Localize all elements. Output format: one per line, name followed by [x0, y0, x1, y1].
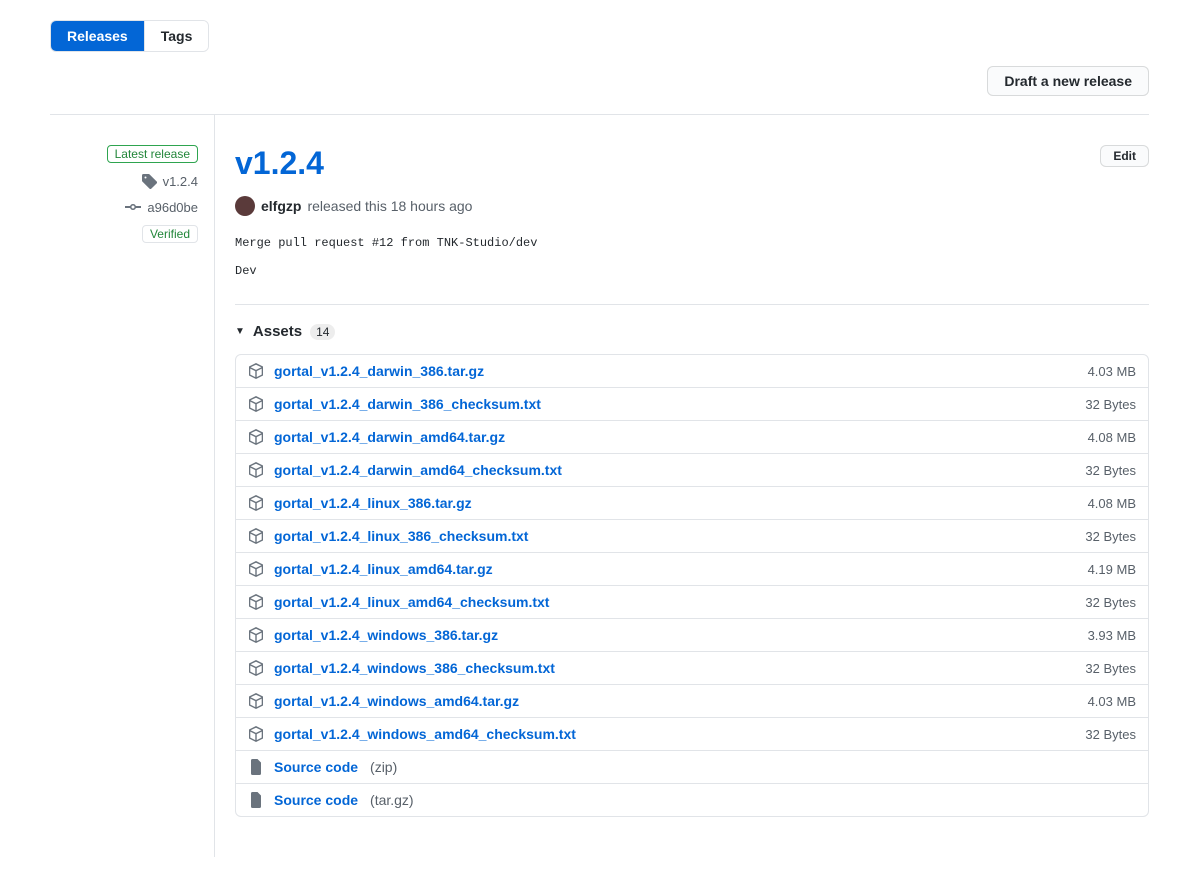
tag-link[interactable]: v1.2.4: [50, 173, 198, 189]
package-icon: [248, 660, 264, 676]
tab-tags[interactable]: Tags: [144, 21, 209, 51]
file-zip-icon: [248, 792, 264, 808]
asset-link[interactable]: gortal_v1.2.4_darwin_386.tar.gz: [274, 363, 484, 379]
asset-size: 4.08 MB: [1088, 430, 1136, 445]
asset-row: gortal_v1.2.4_darwin_amd64_checksum.txt 3…: [236, 453, 1148, 486]
asset-link[interactable]: gortal_v1.2.4_linux_amd64_checksum.txt: [274, 594, 549, 610]
asset-link[interactable]: Source code: [274, 759, 358, 775]
asset-link[interactable]: gortal_v1.2.4_linux_386_checksum.txt: [274, 528, 528, 544]
package-icon: [248, 363, 264, 379]
assets-label: Assets: [253, 323, 302, 340]
package-icon: [248, 528, 264, 544]
asset-link[interactable]: gortal_v1.2.4_darwin_amd64.tar.gz: [274, 429, 505, 445]
asset-row: gortal_v1.2.4_linux_386.tar.gz 4.08 MB: [236, 486, 1148, 519]
divider: [235, 304, 1149, 305]
package-icon: [248, 726, 264, 742]
asset-size: 3.93 MB: [1088, 628, 1136, 643]
asset-size: 4.03 MB: [1088, 364, 1136, 379]
author-link[interactable]: elfgzp: [261, 198, 301, 214]
package-icon: [248, 561, 264, 577]
edit-release-button[interactable]: Edit: [1100, 145, 1149, 167]
subnav-tabs: Releases Tags: [50, 20, 209, 52]
file-zip-icon: [248, 759, 264, 775]
release-title[interactable]: v1.2.4: [235, 145, 324, 182]
asset-row: Source code (zip): [236, 750, 1148, 783]
asset-size: 32 Bytes: [1085, 595, 1136, 610]
asset-row: gortal_v1.2.4_windows_amd64.tar.gz 4.03 M…: [236, 684, 1148, 717]
avatar[interactable]: [235, 196, 255, 216]
commit-link[interactable]: a96d0be: [50, 199, 198, 215]
tag-name: v1.2.4: [163, 174, 198, 189]
asset-size: 32 Bytes: [1085, 529, 1136, 544]
asset-suffix: (zip): [370, 759, 397, 775]
asset-link[interactable]: gortal_v1.2.4_windows_386.tar.gz: [274, 627, 498, 643]
asset-size: 32 Bytes: [1085, 463, 1136, 478]
commit-icon: [125, 199, 141, 215]
release-meta-column: Latest release v1.2.4 a96d0be Verified: [50, 115, 215, 857]
asset-row: gortal_v1.2.4_darwin_386.tar.gz 4.03 MB: [236, 355, 1148, 387]
asset-row: gortal_v1.2.4_linux_386_checksum.txt 32 B…: [236, 519, 1148, 552]
asset-link[interactable]: gortal_v1.2.4_windows_386_checksum.txt: [274, 660, 555, 676]
asset-size: 32 Bytes: [1085, 727, 1136, 742]
commit-sha: a96d0be: [147, 200, 198, 215]
asset-link[interactable]: gortal_v1.2.4_linux_386.tar.gz: [274, 495, 472, 511]
assets-toggle[interactable]: ▼ Assets 14: [235, 323, 1149, 340]
asset-row: gortal_v1.2.4_windows_386_checksum.txt 32…: [236, 651, 1148, 684]
package-icon: [248, 627, 264, 643]
release-time-text: released this 18 hours ago: [307, 198, 472, 214]
asset-row: gortal_v1.2.4_windows_386.tar.gz 3.93 MB: [236, 618, 1148, 651]
asset-link[interactable]: Source code: [274, 792, 358, 808]
draft-release-button[interactable]: Draft a new release: [987, 66, 1149, 96]
asset-row: Source code (tar.gz): [236, 783, 1148, 816]
package-icon: [248, 594, 264, 610]
asset-size: 32 Bytes: [1085, 661, 1136, 676]
asset-link[interactable]: gortal_v1.2.4_windows_amd64.tar.gz: [274, 693, 519, 709]
tag-icon: [141, 173, 157, 189]
asset-row: gortal_v1.2.4_darwin_386_checksum.txt 32 …: [236, 387, 1148, 420]
package-icon: [248, 429, 264, 445]
asset-row: gortal_v1.2.4_linux_amd64_checksum.txt 32…: [236, 585, 1148, 618]
asset-link[interactable]: gortal_v1.2.4_darwin_amd64_checksum.txt: [274, 462, 562, 478]
assets-list: gortal_v1.2.4_darwin_386.tar.gz4.03 MBgo…: [235, 354, 1149, 817]
asset-row: gortal_v1.2.4_linux_amd64.tar.gz 4.19 MB: [236, 552, 1148, 585]
package-icon: [248, 396, 264, 412]
asset-row: gortal_v1.2.4_darwin_amd64.tar.gz 4.08 MB: [236, 420, 1148, 453]
verified-badge[interactable]: Verified: [142, 225, 198, 243]
asset-size: 32 Bytes: [1085, 397, 1136, 412]
tab-releases[interactable]: Releases: [51, 21, 144, 51]
assets-count: 14: [310, 324, 335, 340]
package-icon: [248, 693, 264, 709]
latest-release-badge: Latest release: [107, 145, 198, 163]
asset-row: gortal_v1.2.4_windows_amd64_checksum.txt…: [236, 717, 1148, 750]
triangle-down-icon: ▼: [235, 326, 245, 337]
asset-link[interactable]: gortal_v1.2.4_linux_amd64.tar.gz: [274, 561, 493, 577]
asset-size: 4.19 MB: [1088, 562, 1136, 577]
asset-size: 4.03 MB: [1088, 694, 1136, 709]
asset-suffix: (tar.gz): [370, 792, 414, 808]
asset-link[interactable]: gortal_v1.2.4_darwin_386_checksum.txt: [274, 396, 541, 412]
asset-size: 4.08 MB: [1088, 496, 1136, 511]
package-icon: [248, 495, 264, 511]
package-icon: [248, 462, 264, 478]
release-body: Merge pull request #12 from TNK-Studio/d…: [235, 236, 1149, 278]
asset-link[interactable]: gortal_v1.2.4_windows_amd64_checksum.txt: [274, 726, 576, 742]
release-byline: elfgzp released this 18 hours ago: [235, 196, 1149, 216]
